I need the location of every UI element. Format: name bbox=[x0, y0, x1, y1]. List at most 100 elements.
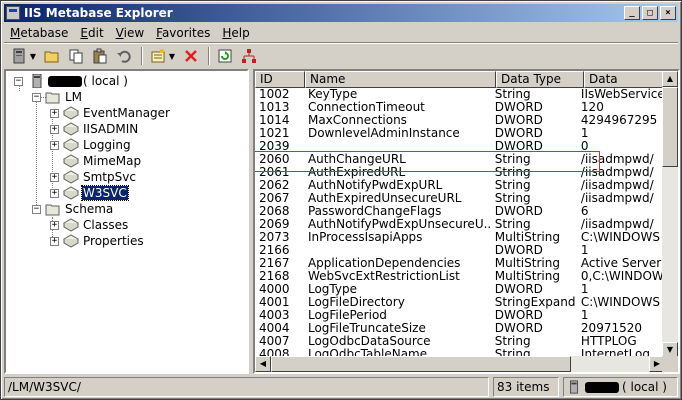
tree-node-schema[interactable]: − Schema bbox=[32, 201, 114, 217]
redacted-machine-name bbox=[585, 381, 619, 393]
table-row[interactable]: 4000 LogType DWORD 1 bbox=[255, 283, 665, 296]
tree-node-smtpsvc[interactable]: + SmtpSvc bbox=[50, 169, 137, 185]
cell-data-type: DWORD bbox=[494, 114, 543, 127]
column-header-name[interactable]: Name bbox=[305, 71, 496, 88]
column-header-data-type[interactable]: Data Type bbox=[496, 71, 584, 88]
list-header: ID Name Data Type Data bbox=[255, 71, 678, 88]
table-row[interactable]: 1002 KeyType String IIsWebService bbox=[255, 88, 665, 101]
table-row[interactable]: 4007 LogOdbcDataSource String HTTPLOG bbox=[255, 335, 665, 348]
table-row[interactable]: 4003 LogFilePeriod DWORD 1 bbox=[255, 309, 665, 322]
horizontal-scrollbar[interactable]: ◀ ▶ bbox=[255, 356, 665, 372]
delete-icon[interactable] bbox=[180, 45, 202, 67]
menu-help[interactable]: Help bbox=[216, 26, 255, 40]
tree-node-w3svc[interactable]: + W3SVC bbox=[50, 185, 129, 201]
title-bar[interactable]: IIS Metabase Explorer _ □ × bbox=[4, 4, 678, 22]
column-header-id[interactable]: ID bbox=[255, 71, 305, 88]
property-list-pane[interactable]: ID Name Data Type Data 1002 KeyType String… bbox=[253, 69, 680, 374]
chevron-down-icon[interactable]: ▼ bbox=[29, 45, 37, 67]
tree-node-lm[interactable]: − LM bbox=[32, 89, 83, 105]
copy-icon[interactable] bbox=[65, 45, 87, 67]
table-row[interactable]: 2039 DWORD 0 bbox=[255, 140, 665, 153]
table-row[interactable]: 2167 ApplicationDependencies MultiString Ac… bbox=[255, 257, 665, 270]
computer-icon[interactable] bbox=[8, 45, 30, 67]
tree-node-mimemap[interactable]: MimeMap bbox=[63, 153, 142, 169]
vertical-scrollbar[interactable]: ▲ ▼ bbox=[662, 71, 678, 358]
open-folder-icon[interactable] bbox=[41, 45, 63, 67]
cell-id: 2167 bbox=[259, 257, 290, 270]
table-row[interactable]: 2068 PasswordChangeFlags DWORD 6 bbox=[255, 205, 665, 218]
table-row[interactable]: 4001 LogFileDirectory StringExpand C:\WINDO… bbox=[255, 296, 665, 309]
collapse-icon[interactable]: − bbox=[32, 204, 41, 214]
undo-icon[interactable] bbox=[113, 45, 135, 67]
cell-data-type: DWORD bbox=[494, 322, 543, 335]
table-row[interactable]: 2062 AuthNotifyPwdExpURL String/iisadmpwd/ bbox=[255, 179, 665, 192]
table-row[interactable]: 2060 AuthChangeURL String/iisadmpwd/ bbox=[255, 153, 665, 166]
cell-name: ApplicationDependencies bbox=[307, 257, 461, 270]
cell-name: DownlevelAdminInstance bbox=[307, 127, 460, 140]
refresh-icon[interactable] bbox=[214, 45, 236, 67]
folder-icon bbox=[63, 186, 79, 200]
cell-id: 4001 bbox=[259, 296, 290, 309]
cell-data: 1 bbox=[580, 244, 589, 257]
paste-icon[interactable] bbox=[89, 45, 111, 67]
cell-data-type: MultiString bbox=[494, 231, 560, 244]
table-row[interactable]: 1014 MaxConnections DWORD 4294967295 bbox=[255, 114, 665, 127]
expand-icon[interactable]: + bbox=[50, 108, 59, 118]
cell-name: AuthExpiredUnsecureURL bbox=[307, 192, 462, 205]
cell-data: 120 bbox=[580, 101, 604, 114]
cell-data: /iisadmpwd/ bbox=[580, 166, 654, 179]
chevron-down-icon[interactable]: ▼ bbox=[168, 45, 176, 67]
menu-view[interactable]: View bbox=[110, 26, 150, 40]
tree-pane[interactable]: − ( local ) − LM + EventManager + IISADM… bbox=[4, 69, 249, 374]
tree-node-properties[interactable]: + Properties bbox=[50, 233, 145, 249]
scroll-thumb[interactable] bbox=[662, 87, 678, 167]
menu-metabase[interactable]: Metabase bbox=[4, 26, 74, 40]
collapse-icon[interactable]: − bbox=[14, 76, 23, 86]
cell-data: 20971520 bbox=[580, 322, 642, 335]
tree-label-schema: Schema bbox=[65, 202, 114, 216]
expand-icon[interactable]: + bbox=[50, 124, 59, 134]
cell-data-type: String bbox=[494, 153, 531, 166]
scroll-up-button[interactable]: ▲ bbox=[662, 71, 678, 87]
toolbar: ▼ ▼ bbox=[4, 44, 678, 68]
tree-node-root[interactable]: − ( local ) bbox=[14, 73, 129, 89]
cell-name: LogFilePeriod bbox=[307, 309, 387, 322]
folder-open-icon bbox=[45, 204, 60, 216]
cell-id: 2166 bbox=[259, 244, 290, 257]
cell-data-type: StringExpand bbox=[494, 296, 576, 309]
new-key-icon[interactable] bbox=[147, 45, 169, 67]
menu-favorites[interactable]: Favorites bbox=[150, 26, 216, 40]
tree-node-eventmanager[interactable]: + EventManager bbox=[50, 105, 171, 121]
table-row[interactable]: 1013 ConnectionTimeout DWORD 120 bbox=[255, 101, 665, 114]
tree-label: EventManager bbox=[83, 106, 170, 120]
cell-id: 1013 bbox=[259, 101, 290, 114]
scroll-left-button[interactable]: ◀ bbox=[255, 356, 271, 372]
cell-id: 2069 bbox=[259, 218, 290, 231]
table-row[interactable]: 1021 DownlevelAdminInstance DWORD 1 bbox=[255, 127, 665, 140]
tree-node-logging[interactable]: + Logging bbox=[50, 137, 132, 153]
close-button[interactable]: × bbox=[660, 6, 676, 20]
table-row[interactable]: 4004 LogFileTruncateSize DWORD 20971520 bbox=[255, 322, 665, 335]
table-row[interactable]: 2073 InProcessIsapiApps MultiString C:\WIND… bbox=[255, 231, 665, 244]
tree-node-iisadmin[interactable]: + IISADMIN bbox=[50, 121, 139, 137]
menu-edit[interactable]: Edit bbox=[74, 26, 109, 40]
table-row[interactable]: 2061 AuthExpiredURL String/iisadmpwd/ bbox=[255, 166, 665, 179]
network-icon[interactable] bbox=[238, 45, 260, 67]
expand-icon[interactable]: + bbox=[50, 220, 59, 230]
expand-icon[interactable]: + bbox=[50, 188, 59, 198]
tree-node-classes[interactable]: + Classes bbox=[50, 217, 129, 233]
maximize-button[interactable]: □ bbox=[642, 6, 658, 20]
expand-icon[interactable]: + bbox=[50, 140, 59, 150]
expand-icon[interactable]: + bbox=[50, 236, 59, 246]
minimize-button[interactable]: _ bbox=[624, 6, 640, 20]
cell-data: C:\WINDOWS bbox=[580, 231, 660, 244]
server-icon bbox=[570, 380, 578, 394]
collapse-icon[interactable]: − bbox=[32, 92, 41, 102]
table-row[interactable]: 2069 AuthNotifyPwdExpUnsecureU... String/i… bbox=[255, 218, 665, 231]
table-row[interactable]: 2168 WebSvcExtRestrictionList MultiString 0… bbox=[255, 270, 665, 283]
scroll-thumb[interactable] bbox=[271, 356, 571, 372]
table-row[interactable]: 2166 DWORD 1 bbox=[255, 244, 665, 257]
table-row[interactable]: 2067 AuthExpiredUnsecureURL String/iisadmp… bbox=[255, 192, 665, 205]
cell-data: 1 bbox=[580, 309, 589, 322]
expand-icon[interactable]: + bbox=[50, 172, 59, 182]
